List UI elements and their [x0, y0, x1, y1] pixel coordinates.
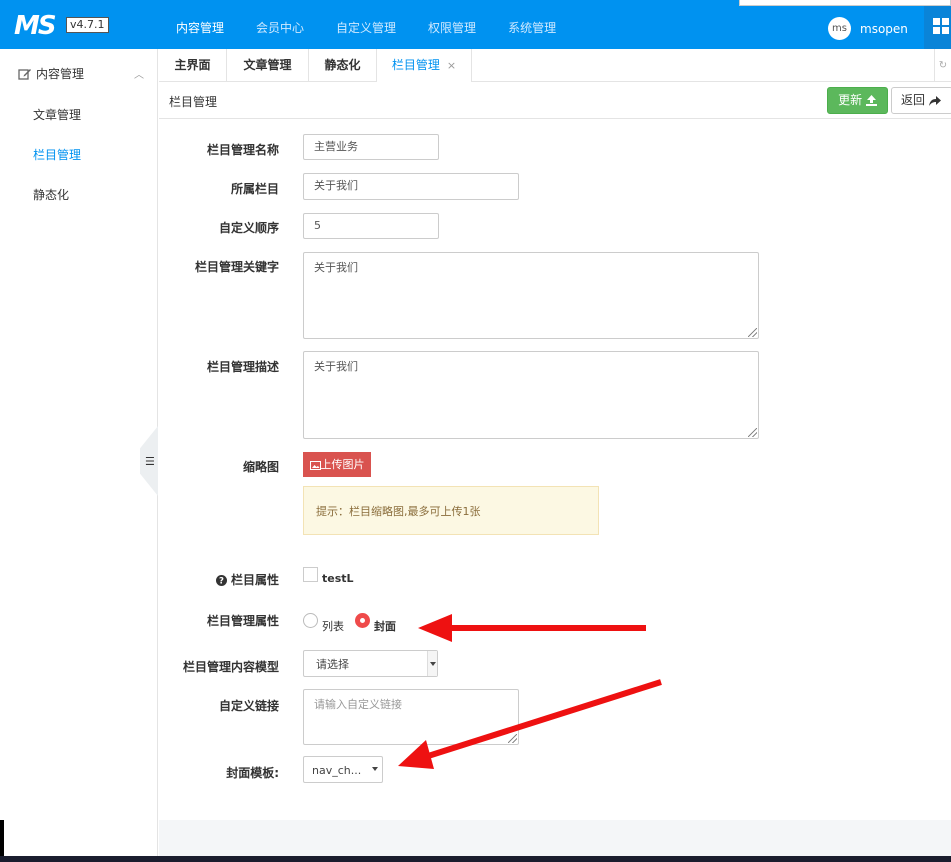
update-button[interactable]: 更新 — [827, 87, 888, 114]
sidebar-item-static[interactable]: 静态化 — [33, 186, 69, 203]
svg-text:?: ? — [219, 577, 224, 586]
topnav-item-system[interactable]: 系统管理 — [492, 0, 572, 49]
app-grid-button[interactable] — [924, 0, 951, 49]
refresh-icon[interactable]: ↻ — [934, 49, 951, 82]
annotation-arrow-icon — [418, 614, 646, 642]
update-button-label: 更新 — [838, 93, 863, 107]
attribute-checkbox-label[interactable]: testL — [322, 572, 354, 585]
version-badge: v4.7.1 — [66, 17, 109, 33]
caret-down-icon — [430, 662, 436, 666]
cover-template-value: nav_ch... — [312, 764, 362, 777]
upload-label: 上传图片 — [320, 458, 365, 471]
cover-template-label: 封面模板: — [226, 766, 279, 780]
description-value: 关于我们 — [314, 360, 358, 373]
keywords-textarea[interactable]: 关于我们 — [303, 252, 759, 339]
resize-handle[interactable] — [748, 328, 757, 337]
sidebar-item-columns[interactable]: 栏目管理 — [33, 146, 81, 163]
tab-bar: 主界面 文章管理 静态化 栏目管理 × ↻ — [159, 49, 951, 82]
sidebar: 内容管理 ︿ 文章管理 栏目管理 静态化 — [0, 49, 158, 862]
user-name[interactable]: msopen — [860, 22, 908, 36]
resize-handle[interactable] — [748, 428, 757, 437]
indent-icon: ☰ — [145, 455, 155, 468]
page-title: 栏目管理 — [169, 95, 218, 109]
page-header: 栏目管理 更新 返回 — [159, 82, 951, 119]
image-icon — [309, 460, 321, 470]
topnav-item-custom[interactable]: 自定义管理 — [320, 0, 412, 49]
tab-label: 主界面 — [174, 58, 211, 72]
parent-input[interactable]: 关于我们 — [303, 173, 519, 200]
topnav-item-members[interactable]: 会员中心 — [240, 0, 320, 49]
back-button-label: 返回 — [901, 93, 926, 107]
sidebar-group-label: 内容管理 — [36, 67, 85, 81]
share-arrow-icon — [928, 95, 941, 106]
edit-icon — [18, 68, 31, 80]
type-label: 栏目管理属性 — [206, 614, 279, 628]
description-textarea[interactable]: 关于我们 — [303, 351, 759, 439]
attribute-checkbox[interactable] — [303, 567, 318, 582]
order-label: 自定义顺序 — [218, 221, 279, 235]
attribute-label-text: 栏目属性 — [230, 573, 279, 587]
chevron-up-icon[interactable]: ︿ — [134, 66, 144, 81]
tab-label: 栏目管理 — [391, 58, 440, 72]
upload-tip: 提示：栏目缩略图,最多可上传1张 — [303, 486, 599, 535]
name-input[interactable]: 主营业务 — [303, 134, 439, 160]
upload-icon — [865, 95, 877, 106]
parent-label: 所属栏目 — [230, 182, 279, 196]
upload-image-button[interactable]: 上传图片 — [303, 452, 371, 477]
close-icon[interactable]: × — [447, 59, 456, 72]
type-radio-list-label[interactable]: 列表 — [322, 618, 344, 634]
topnav-item-content[interactable]: 内容管理 — [160, 0, 240, 49]
type-radio-cover-label[interactable]: 封面 — [374, 618, 396, 634]
topnav-item-permissions[interactable]: 权限管理 — [412, 0, 492, 49]
sidebar-group-content[interactable]: 内容管理 — [18, 65, 84, 82]
tab-columns[interactable]: 栏目管理 × — [377, 49, 472, 82]
description-label: 栏目管理描述 — [206, 360, 279, 374]
attribute-label: ? 栏目属性 — [190, 571, 279, 588]
user-menu[interactable]: ms msopen — [828, 17, 908, 40]
model-label: 栏目管理内容模型 — [182, 660, 279, 674]
back-button[interactable]: 返回 — [891, 87, 951, 114]
tab-home[interactable]: 主界面 — [159, 49, 227, 82]
edge-strip — [0, 820, 4, 856]
name-label: 栏目管理名称 — [206, 143, 279, 157]
cover-template-select[interactable]: nav_ch... — [303, 756, 383, 783]
top-menu: 内容管理 会员中心 自定义管理 权限管理 系统管理 — [160, 0, 572, 49]
help-icon[interactable]: ? — [215, 575, 227, 586]
custom-link-textarea[interactable]: 请输入自定义链接 — [303, 689, 519, 745]
tab-label: 静态化 — [324, 58, 361, 72]
top-navbar: MS v4.7.1 内容管理 会员中心 自定义管理 权限管理 系统管理 ms m… — [0, 0, 951, 49]
type-radio-list[interactable] — [303, 613, 318, 628]
taskbar-strip — [0, 856, 951, 862]
type-radio-cover[interactable] — [355, 613, 370, 628]
app-logo[interactable]: MS — [14, 13, 57, 39]
overlay-strip — [739, 0, 951, 6]
model-select-value: 请选择 — [316, 658, 349, 671]
tab-articles[interactable]: 文章管理 — [227, 49, 309, 82]
tab-label: 文章管理 — [243, 58, 292, 72]
sidebar-item-articles[interactable]: 文章管理 — [33, 106, 81, 123]
custom-link-label: 自定义链接 — [218, 699, 279, 713]
keywords-label: 栏目管理关键字 — [194, 260, 279, 274]
model-select[interactable]: 请选择 — [303, 650, 438, 677]
tab-static[interactable]: 静态化 — [309, 49, 377, 82]
avatar[interactable]: ms — [828, 17, 851, 40]
resize-handle[interactable] — [508, 734, 517, 743]
order-input[interactable]: 5 — [303, 213, 439, 239]
keywords-value: 关于我们 — [314, 261, 358, 274]
select-arrow[interactable] — [427, 651, 437, 676]
custom-link-placeholder: 请输入自定义链接 — [314, 698, 402, 711]
page-footer-area — [159, 820, 951, 856]
caret-down-icon — [372, 767, 378, 771]
thumbnail-label: 缩略图 — [242, 460, 279, 474]
